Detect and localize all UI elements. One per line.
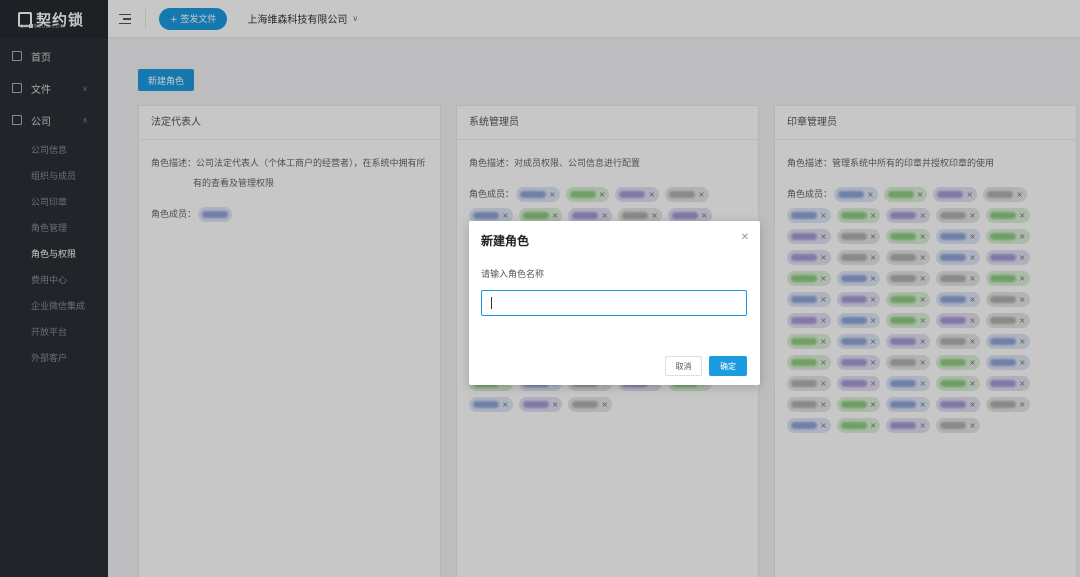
dialog-title: 新建角色 [481,234,530,248]
role-name-input[interactable] [481,290,747,316]
text-caret [491,297,492,309]
role-name-label: 请输入角色名称 [481,270,545,280]
cancel-button[interactable]: 取消 [665,356,702,376]
confirm-button[interactable]: 确定 [709,356,747,376]
close-icon[interactable]: ✕ [741,232,749,243]
new-role-dialog: 新建角色 ✕ 请输入角色名称 取消 确定 [469,221,760,385]
